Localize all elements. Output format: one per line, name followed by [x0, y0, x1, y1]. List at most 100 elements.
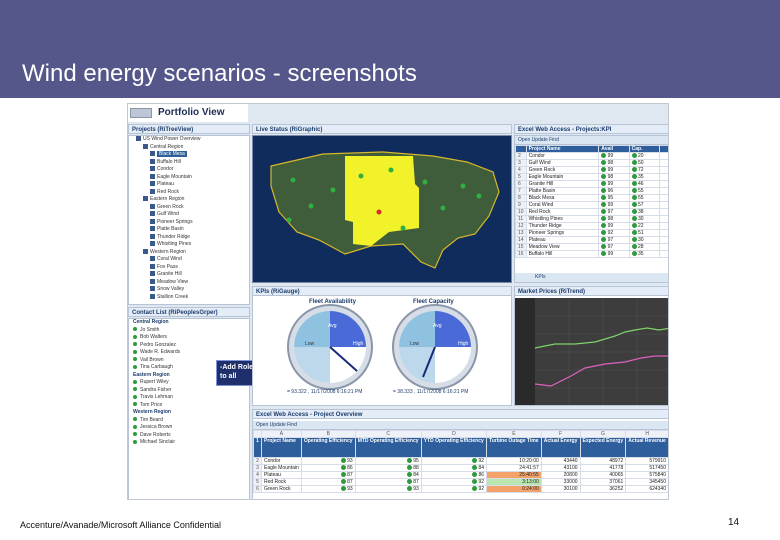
tree-item[interactable]: Plateau	[129, 181, 249, 189]
contact-item[interactable]: Travis Lehman	[129, 394, 249, 402]
excel-kpi-header[interactable]: Excel Web Access - Projects:KPI	[514, 124, 668, 134]
table-row[interactable]: 12 Thunder Ridge 99 22	[515, 222, 668, 230]
column-header[interactable]: Actual Revenue	[625, 437, 668, 458]
tree-item[interactable]: Condor	[129, 166, 249, 174]
status-indicator-icon	[631, 195, 637, 201]
contact-group[interactable]: Central Region	[129, 319, 249, 327]
column-header[interactable]: Turbine Outage Time	[486, 437, 542, 458]
column-header[interactable]: Avail	[598, 145, 630, 153]
contact-item[interactable]: Tim Beard	[129, 417, 249, 425]
column-letter[interactable]: D	[420, 430, 488, 438]
live-status-header[interactable]: Live Status (RiGraphic)	[252, 124, 512, 134]
column-header[interactable]: Actual Energy	[540, 437, 581, 458]
table-row[interactable]: 13 Pioneer Springs 92 51	[515, 229, 668, 237]
kpi-table[interactable]: Project Name Avail Cap. 2 Condor 99 20 3 Gulf …	[515, 145, 668, 258]
column-header[interactable]: MTD Operating Efficiency	[354, 437, 422, 458]
table-row[interactable]: 3 Gulf Wind 98 50	[515, 159, 668, 167]
contact-group[interactable]: Western Region	[129, 409, 249, 417]
tree-item[interactable]: Central Region	[129, 144, 249, 152]
column-header[interactable]: Cap.	[628, 145, 661, 153]
table-row[interactable]: 2 Condor 93 95 92 10:20:00 43440 48972 579910	[253, 457, 668, 465]
row-number: 8	[515, 194, 527, 202]
contact-item[interactable]: Dave Roberts	[129, 432, 249, 440]
avail-cell: 98	[598, 215, 630, 223]
column-letter[interactable]: H	[625, 430, 668, 438]
tree-item[interactable]: Gulf Wind	[129, 211, 249, 219]
tree-item[interactable]: Eastern Region	[129, 196, 249, 204]
tree-item[interactable]: US Wind Power Overview	[129, 136, 249, 144]
column-letter[interactable]: F	[540, 430, 581, 438]
tree-item-label: Eastern Region	[150, 196, 185, 202]
tree-item[interactable]: Stallion Creek	[129, 294, 249, 302]
excel-kpi-toolbar[interactable]: Open Update Find	[515, 136, 668, 145]
live-status-map[interactable]	[252, 135, 512, 283]
excel-overview-header[interactable]: Excel Web Access - Project Overview	[252, 409, 668, 419]
tree-item[interactable]: Platte Basin	[129, 226, 249, 234]
column-letter[interactable]: A	[261, 430, 302, 438]
tree-item[interactable]: Pioneer Springs	[129, 219, 249, 227]
avail-value: 99	[607, 251, 614, 257]
tree-item[interactable]: Fox Pass	[129, 264, 249, 272]
table-row[interactable]: 7 Platte Basin 96 55	[515, 187, 668, 195]
status-indicator-icon	[601, 181, 607, 187]
projects-panel-header[interactable]: Projects (RiTreeView)	[128, 124, 250, 134]
contact-item[interactable]: Bob Walters	[129, 334, 249, 342]
tree-item[interactable]: Black Mesa	[129, 151, 249, 159]
table-row[interactable]: 16 Buffalo Hill 99 35	[515, 250, 668, 258]
excel-overview-toolbar[interactable]: Open Update Find	[253, 421, 668, 430]
overview-table[interactable]: A B C D E F G H 1 Project Name Operating Efficienc…	[253, 430, 668, 493]
column-header[interactable]: Operating Efficiency	[300, 437, 356, 458]
contact-item[interactable]: Wade R. Edwards	[129, 349, 249, 357]
column-header[interactable]: Project Name	[525, 145, 600, 153]
table-row[interactable]: 9 Coral Wind 99 57	[515, 201, 668, 209]
table-row[interactable]: 14 Plateau 97 30	[515, 236, 668, 244]
contact-item[interactable]: Pedro Gonzalez	[129, 342, 249, 350]
tree-item[interactable]: Thunder Ridge	[129, 234, 249, 242]
tree-item[interactable]: Coral Wind	[129, 256, 249, 264]
contact-item[interactable]: Sandra Fisher	[129, 387, 249, 395]
overview-header-row: 1 Project Name Operating Efficiency MTD Ope…	[253, 437, 668, 458]
tab-kpis[interactable]: KPIs	[515, 273, 668, 282]
table-row[interactable]: 5 Red Rock 87 87 92 3:13:00 33000 37061 34545…	[253, 478, 668, 486]
excel-kpi-grid[interactable]: Open Update Find Project Name Avail Cap. 2 C…	[514, 135, 668, 283]
tree-item[interactable]: Whistling Pines	[129, 241, 249, 249]
tree-item[interactable]: Meadow View	[129, 279, 249, 287]
table-row[interactable]: 8 Black Mesa 95 55	[515, 194, 668, 202]
table-row[interactable]: 11 Whistling Pines 98 30	[515, 215, 668, 223]
table-row[interactable]: 6 Granite Hill 99 46	[515, 180, 668, 188]
table-row[interactable]: 3 Eagle Mountain 86 88 84 24:41:57 43100 417…	[253, 464, 668, 472]
table-row[interactable]: 4 Plateau 87 84 86 25:40:55 20800 40065 57584…	[253, 471, 668, 479]
table-row[interactable]: 10 Red Rock 97 38	[515, 208, 668, 216]
contact-item[interactable]: Michael Sinclair	[129, 439, 249, 447]
kpi-gauge-header[interactable]: KPIs (RiGauge)	[252, 286, 512, 296]
contact-item[interactable]: Jessica Brown	[129, 424, 249, 432]
tree-item-label: Black Mesa	[157, 151, 187, 157]
tree-item[interactable]: Granite Hill	[129, 271, 249, 279]
tree-item[interactable]: Buffalo Hill	[129, 159, 249, 167]
table-row[interactable]: 4 Green Rock 99 72	[515, 166, 668, 174]
tree-item[interactable]: Snow Valley	[129, 286, 249, 294]
column-header[interactable]: YTD Operating Efficiency	[420, 437, 488, 458]
table-row[interactable]: 2 Condor 99 20	[515, 152, 668, 160]
column-letter[interactable]: B	[300, 430, 356, 438]
contact-list[interactable]: Central Region Jo Smith Bob Walters Pedro G…	[128, 318, 250, 499]
column-letter[interactable]: C	[354, 430, 422, 438]
contacts-panel-header[interactable]: Contact List (RiPeoplesGrper)	[128, 307, 250, 317]
column-header[interactable]: Expected Energy	[579, 437, 627, 458]
projects-tree[interactable]: US Wind Power Overview Central Region Blac…	[128, 135, 250, 305]
market-prices-header[interactable]: Market Prices (RiTrend)	[514, 286, 668, 296]
tree-item[interactable]: Western Region	[129, 249, 249, 257]
table-row[interactable]: 15 Meadow View 97 28	[515, 243, 668, 251]
table-row[interactable]: 6 Green Rock 93 93 92 0:24:00 30100 36252 624…	[253, 485, 668, 493]
tree-item[interactable]: Red Rock	[129, 189, 249, 197]
column-letter[interactable]: G	[579, 430, 627, 438]
contact-item[interactable]: Tom Price	[129, 402, 249, 410]
column-letter[interactable]: E	[486, 430, 542, 438]
cap-value: 38	[638, 209, 644, 215]
table-row[interactable]: 5 Eagle Mountain 98 35	[515, 173, 668, 181]
tree-item[interactable]: Green Rock	[129, 204, 249, 212]
column-header[interactable]: Project Name	[261, 437, 302, 458]
contact-item[interactable]: Jo Smith	[129, 327, 249, 335]
excel-project-overview[interactable]: Open Update Find A B C D E F G H 1 Project Name Op…	[252, 409, 668, 499]
tree-item[interactable]: Eagle Mountain	[129, 174, 249, 182]
